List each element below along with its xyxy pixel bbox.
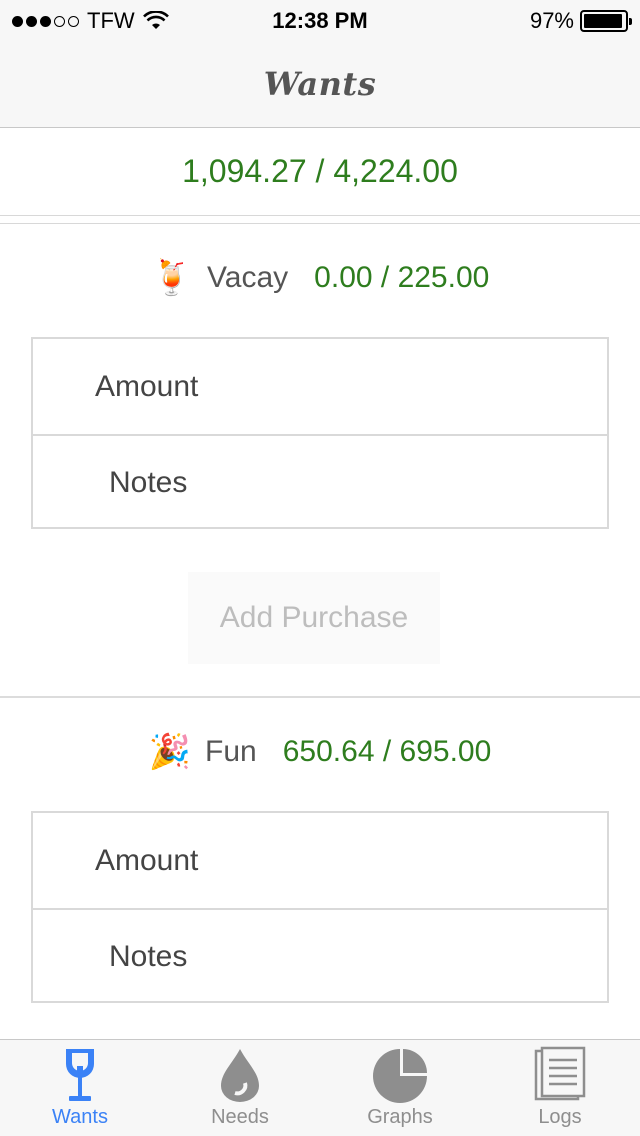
wine-glass-icon [66, 1049, 94, 1101]
total-amount: 1,094.27 / 4,224.00 [182, 153, 458, 189]
tab-wants[interactable]: Wants [0, 1040, 160, 1136]
navigation-bar: Wants [0, 40, 640, 128]
category-budget: 0.00 / 225.00 [314, 261, 490, 294]
category-header-vacay: 🍹 Vacay 0.00 / 225.00 [0, 248, 640, 308]
battery-percentage: 97% [529, 8, 574, 33]
total-summary: 1,094.27 / 4,224.00 [0, 128, 640, 216]
document-list-icon [534, 1046, 586, 1101]
tab-bar: Wants Needs Graphs Logs [0, 1039, 640, 1136]
tab-label: Needs [211, 1106, 269, 1128]
status-bar: TFW 12:38 PM 97% [0, 0, 640, 40]
category-name: Fun [205, 735, 257, 768]
page-title: Wants [263, 64, 377, 103]
battery-icon [580, 10, 632, 32]
drop-icon [221, 1049, 259, 1102]
add-purchase-button[interactable]: Add Purchase [188, 572, 440, 664]
purchase-form-vacay: Amount Notes [31, 337, 609, 529]
section-divider [0, 696, 640, 698]
tab-label: Logs [538, 1106, 582, 1128]
notes-field[interactable]: Notes [33, 908, 607, 1003]
cocktail-icon: 🍹 [150, 259, 194, 297]
tab-needs[interactable]: Needs [160, 1040, 320, 1136]
category-name: Vacay [207, 261, 289, 294]
category-header-fun: 🎉 Fun 650.64 / 695.00 [0, 722, 640, 782]
amount-field[interactable]: Amount [33, 339, 607, 434]
notes-field[interactable]: Notes [33, 434, 607, 529]
divider [0, 223, 640, 224]
tab-label: Wants [52, 1106, 108, 1128]
tab-logs[interactable]: Logs [480, 1040, 640, 1136]
party-popper-icon: 🎉 [148, 733, 192, 771]
purchase-form-fun: Amount Notes [31, 811, 609, 1003]
amount-field[interactable]: Amount [33, 813, 607, 908]
category-budget: 650.64 / 695.00 [282, 735, 492, 768]
tab-label: Graphs [367, 1106, 433, 1128]
pie-chart-icon [373, 1049, 427, 1103]
tab-graphs[interactable]: Graphs [320, 1040, 480, 1136]
status-right: 97% [529, 8, 632, 34]
